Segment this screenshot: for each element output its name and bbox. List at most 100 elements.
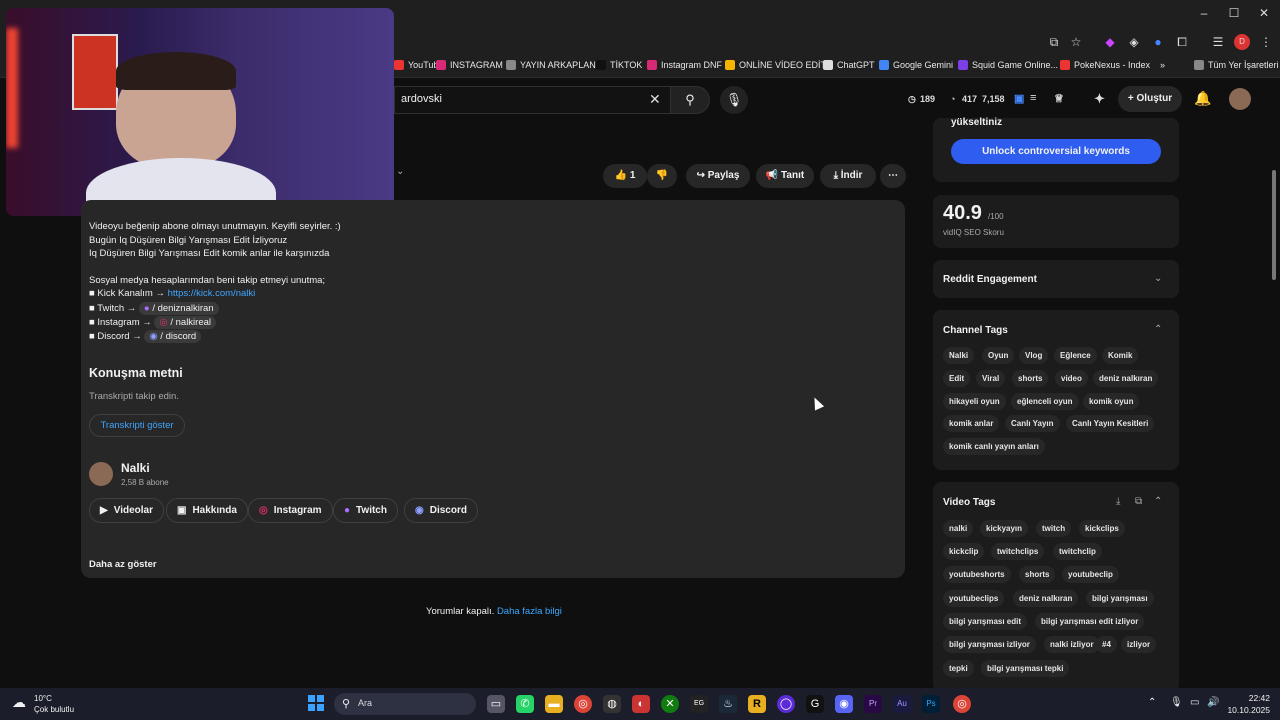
taskbar-search[interactable]: ⚲ Ara — [334, 693, 476, 715]
tag-chip[interactable]: bilgi yarışması izliyor — [943, 636, 1036, 653]
display-icon[interactable]: ▭ — [1190, 697, 1199, 708]
tag-chip[interactable]: komik anlar — [943, 415, 1000, 432]
list-icon[interactable]: ≡ — [1030, 92, 1036, 104]
channel-name[interactable]: Nalki — [121, 461, 150, 475]
learn-more-link[interactable]: Daha fazla bilgi — [497, 606, 562, 617]
maximize-icon[interactable]: ☐ — [1224, 6, 1244, 20]
rockstar-icon[interactable]: R — [748, 695, 766, 713]
audition-icon[interactable]: Au — [893, 695, 911, 713]
tag-chip[interactable]: bilgi yarışması — [1086, 590, 1154, 607]
bookmark-item[interactable]: Squid Game Online... — [958, 60, 1058, 70]
notifications-bell-icon[interactable]: 🔔 — [1194, 90, 1211, 107]
search-input[interactable]: ardovski ✕ — [394, 86, 676, 114]
tag-chip[interactable]: #4 — [1096, 636, 1117, 653]
tag-chip[interactable]: bilgi yarışması tepki — [981, 660, 1070, 677]
microphone-icon[interactable]: 🎙 — [1170, 697, 1183, 708]
bookmark-item[interactable]: Tüm Yer İşaretleri — [1194, 60, 1279, 70]
create-button[interactable]: + Oluştur — [1118, 86, 1182, 112]
scrollbar[interactable] — [1272, 170, 1276, 280]
reading-list-icon[interactable]: ☰ — [1210, 34, 1226, 50]
task-view-icon[interactable]: ▭ — [487, 695, 505, 713]
app-icon[interactable]: G — [806, 695, 824, 713]
kick-link[interactable]: https://kick.com/nalki — [168, 288, 256, 299]
file-explorer-icon[interactable]: ▬ — [545, 695, 563, 713]
bookmark-item[interactable]: Instagram DNF — [647, 60, 722, 70]
twitch-link[interactable]: ● / deniznalkiran — [138, 302, 219, 315]
channel-about-button[interactable]: ▣ Hakkında — [166, 498, 248, 523]
tag-chip[interactable]: kickyayın — [980, 520, 1029, 537]
tag-chip[interactable]: Viral — [976, 370, 1006, 387]
bookmarks-overflow-icon[interactable]: » — [1160, 60, 1165, 70]
chrome-icon[interactable]: ◎ — [574, 695, 592, 713]
clock-time[interactable]: 22:42 — [1226, 693, 1270, 703]
tag-chip[interactable]: Vlog — [1019, 347, 1049, 364]
extension-icon[interactable]: ◈ — [1126, 34, 1142, 50]
app-icon[interactable]: ◍ — [603, 695, 621, 713]
search-button[interactable]: ⚲ — [670, 86, 710, 114]
photoshop-icon[interactable]: Ps — [922, 695, 940, 713]
chrome-active-icon[interactable]: ◎ — [953, 695, 971, 713]
tag-chip[interactable]: shorts — [1012, 370, 1049, 387]
discord-link[interactable]: ◉ / discord — [144, 330, 202, 343]
tag-chip[interactable]: twitch — [1036, 520, 1072, 537]
tag-chip[interactable]: twitchclips — [991, 543, 1045, 560]
tag-chip[interactable]: nalki — [943, 520, 974, 537]
extension-icon[interactable]: ● — [1150, 34, 1166, 50]
premiere-icon[interactable]: Pr — [864, 695, 882, 713]
clear-search-icon[interactable]: ✕ — [649, 91, 661, 108]
download-icon[interactable]: ⤓ — [1116, 496, 1120, 507]
tag-chip[interactable]: izliyor — [1121, 636, 1157, 653]
tag-chip[interactable]: bilgi yarışması edit izliyor — [1035, 613, 1145, 630]
promote-button[interactable]: 📢 Tanıt — [756, 164, 814, 188]
tag-chip[interactable]: tepki — [943, 660, 974, 677]
more-actions-button[interactable]: ⋯ — [880, 164, 906, 188]
tag-chip[interactable]: kickclips — [1079, 520, 1125, 537]
chevron-down-icon[interactable]: ⌄ — [1154, 273, 1162, 284]
xbox-icon[interactable]: ✕ — [661, 695, 679, 713]
share-button[interactable]: ↪ Paylaş — [686, 164, 750, 188]
avatar[interactable] — [1229, 88, 1251, 110]
profile-avatar-icon[interactable]: D — [1234, 34, 1250, 50]
cast-icon[interactable]: ⧉ — [1046, 34, 1062, 50]
bookmark-item[interactable]: ChatGPT — [823, 60, 875, 70]
tag-chip[interactable]: kickclip — [943, 543, 985, 560]
dislike-button[interactable]: 👎 — [647, 164, 677, 188]
tag-chip[interactable]: bilgi yarışması edit — [943, 613, 1028, 630]
start-button[interactable] — [308, 695, 324, 711]
tag-chip[interactable]: hikayeli oyun — [943, 393, 1006, 410]
chevron-up-icon[interactable]: ⌃ — [1154, 324, 1162, 335]
bookmark-star-icon[interactable]: ☆ — [1068, 34, 1084, 50]
tag-chip[interactable]: Canlı Yayın Kesitleri — [1066, 415, 1155, 432]
tag-chip[interactable]: eğlenceli oyun — [1011, 393, 1079, 410]
extensions-puzzle-icon[interactable]: ⧠ — [1174, 34, 1190, 50]
chevron-down-icon[interactable]: ⌄ — [396, 166, 412, 186]
vidiq-icon[interactable]: ▣ — [1014, 92, 1024, 105]
bookmark-item[interactable]: Google Gemini — [879, 60, 953, 70]
channel-avatar[interactable] — [89, 462, 113, 486]
trophy-icon[interactable]: ♕ — [1054, 92, 1064, 105]
tag-chip[interactable]: deniz nalkıran — [1013, 590, 1079, 607]
weather-icon[interactable]: ☁ — [12, 694, 26, 711]
tag-chip[interactable]: Komik — [1102, 347, 1139, 364]
copy-icon[interactable]: ⧉ — [1135, 496, 1142, 507]
download-button[interactable]: ⤓ İndir — [820, 164, 876, 188]
bookmark-item[interactable]: PokeNexus - Index — [1060, 60, 1150, 70]
tag-chip[interactable]: youtubeclip — [1062, 566, 1119, 583]
tag-chip[interactable]: deniz nalkıran — [1093, 370, 1159, 387]
voice-search-button[interactable]: 🎙 — [720, 86, 748, 114]
tag-chip[interactable]: video — [1055, 370, 1088, 387]
unlock-keywords-button[interactable]: Unlock controversial keywords — [951, 139, 1161, 164]
app-icon[interactable]: ◐ — [632, 695, 650, 713]
channel-videos-button[interactable]: ▶ Videolar — [89, 498, 164, 523]
channel-discord-button[interactable]: ◉ Discord — [404, 498, 478, 523]
tag-chip[interactable]: komik canlı yayın anları — [943, 438, 1045, 455]
whatsapp-icon[interactable]: ✆ — [516, 695, 534, 713]
bookmark-item[interactable]: YAYIN ARKAPLAN — [506, 60, 596, 70]
channel-instagram-button[interactable]: ◎ Instagram — [248, 498, 333, 523]
bookmark-item[interactable]: ONLİNE VİDEO EDİT — [725, 60, 826, 70]
tray-overflow-icon[interactable]: ⌃ — [1148, 697, 1156, 708]
epic-games-icon[interactable]: EG — [690, 695, 708, 713]
like-button[interactable]: 👍 1 — [603, 164, 647, 188]
tag-chip[interactable]: Eğlence — [1054, 347, 1097, 364]
tag-chip[interactable]: nalki izliyor — [1044, 636, 1100, 653]
